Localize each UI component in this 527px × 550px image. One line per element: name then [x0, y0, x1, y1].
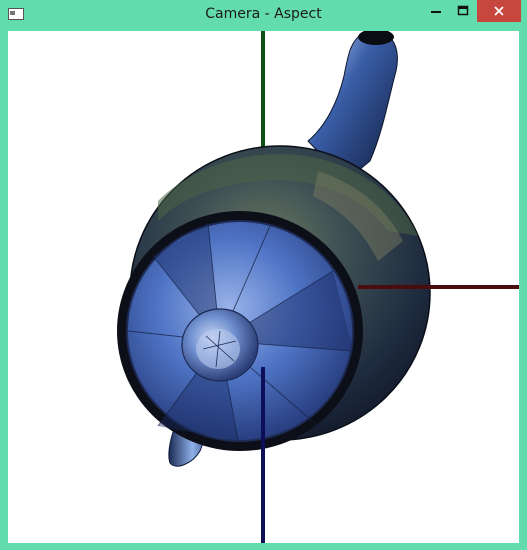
scene-canvas[interactable]	[8, 31, 519, 543]
maximize-icon	[457, 5, 469, 16]
close-icon	[494, 6, 504, 16]
render-viewport[interactable]	[8, 31, 519, 543]
app-window: Camera - Aspect	[0, 0, 527, 550]
close-button[interactable]	[477, 0, 521, 22]
title-bar[interactable]: Camera - Aspect	[0, 0, 527, 30]
maximize-button[interactable]	[450, 0, 476, 22]
minimize-icon	[431, 11, 441, 13]
window-icon	[8, 8, 24, 20]
minimize-button[interactable]	[423, 0, 449, 22]
